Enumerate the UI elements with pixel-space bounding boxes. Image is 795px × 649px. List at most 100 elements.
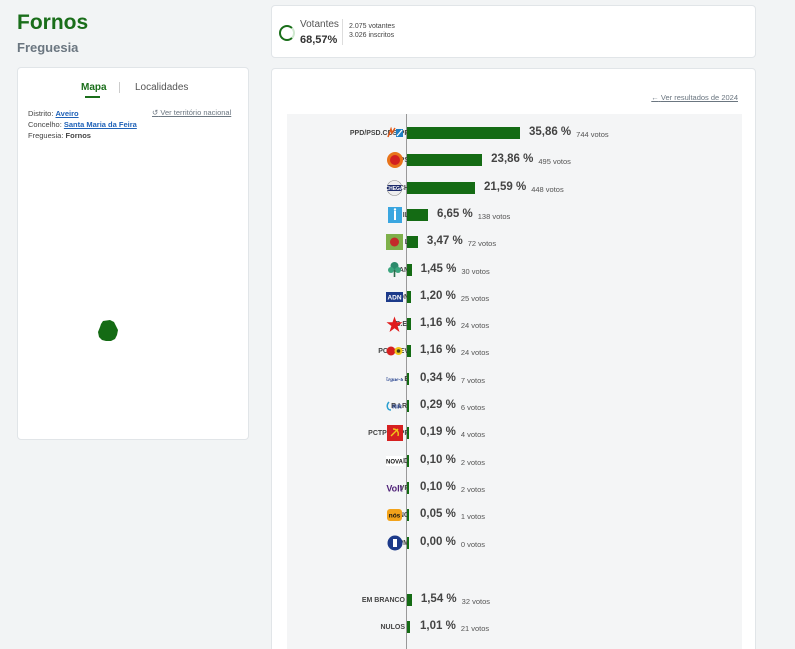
svg-text:CHEGA: CHEGA (386, 186, 403, 192)
tab-mapa[interactable]: Mapa (81, 82, 107, 93)
tab-localidades[interactable]: Localidades (135, 82, 188, 93)
result-percent: 1,54 % (420, 593, 457, 605)
result-bar (407, 372, 409, 385)
results-chart: PPD/PSD.CDS-PP 35,86 % 744 votos PS 23,86 % 4… (287, 114, 742, 649)
result-bar (407, 181, 475, 194)
chega-logo-icon: CHEGA (386, 179, 403, 196)
result-row: L3,47 %72 votos (287, 233, 742, 253)
freguesia-value: Fornos (65, 131, 91, 140)
cdu-logo-icon (386, 343, 403, 359)
nd-logo-icon: NOVA (386, 453, 403, 469)
result-row: PAN 1,45 % 30 votos (287, 261, 742, 281)
votantes-label: Votantes (300, 19, 339, 30)
result-votes: 30 votos (461, 266, 490, 276)
pctp-logo-icon (386, 425, 403, 442)
result-votes: 24 votos (460, 321, 490, 331)
votantes-card: Votantes 68,57% 2.075 votantes 3.026 ins… (271, 5, 756, 58)
result-votes: 744 votos (576, 130, 609, 139)
result-votes: 4 votos (460, 430, 485, 440)
result-bar (407, 263, 412, 276)
freguesia-row: Freguesia: Fornos (28, 131, 91, 140)
result-votes: 2 votos (460, 484, 485, 494)
result-bar (407, 208, 428, 221)
result-votes: 32 votos (461, 597, 491, 606)
result-percent: 21,59 % (484, 180, 527, 193)
result-row: R.I.R. RIR 0,29 % 6 votos (287, 397, 742, 417)
result-percent: 0,10 % (420, 480, 456, 493)
result-row: EM BRANCO 1,54 % 32 votos (287, 591, 742, 611)
reset-icon: ↺ (152, 108, 159, 117)
result-row: PCTP/MRPP0,19 %4 votos (287, 424, 742, 444)
ver-resultados-label: Ver resultados de 2024 (660, 93, 738, 102)
result-row: PPM0,00 %0 votos (287, 534, 742, 554)
rir-logo-icon: RIR (386, 398, 403, 414)
concelho-label: Concelho: (28, 120, 62, 129)
result-bar (407, 427, 409, 440)
active-tab-indicator (85, 96, 100, 98)
ppm-logo-icon (386, 535, 403, 551)
result-percent: 0,00 % (420, 535, 456, 548)
result-bar (407, 454, 409, 467)
result-votes: 6 votos (460, 403, 485, 412)
result-percent: 0,10 % (420, 453, 456, 466)
ver-resultados-link[interactable]: ← Ver resultados de 2024 (651, 93, 738, 102)
result-votes: 2 votos (460, 457, 485, 467)
result-row: ND NOVA 0,10 % 2 votos (287, 452, 742, 472)
result-row: B.E. 1,16 % 24 votos (287, 315, 742, 335)
ps-logo-icon (386, 152, 403, 169)
result-percent: 0,19 % (420, 426, 456, 439)
result-percent: 0,34 % (420, 371, 456, 384)
result-percent: 1,16 % (420, 317, 456, 330)
result-percent: 1,16 % (420, 344, 456, 357)
result-bar (407, 236, 418, 249)
result-percent: 1,01 % (420, 620, 456, 632)
result-votes: 138 votos (477, 211, 511, 221)
distrito-row: Distrito: Aveiro (28, 109, 79, 118)
result-bar (407, 621, 411, 633)
result-bar (407, 509, 409, 522)
concelho-link[interactable]: Santa Maria da Feira (64, 120, 137, 129)
result-bar (407, 290, 411, 303)
votantes-count: 2.075 votantes (349, 23, 395, 30)
result-votes: 1 votos (460, 512, 485, 522)
adn-logo-icon: ADN (386, 289, 403, 305)
result-percent: 3,47 % (426, 235, 463, 248)
ad-logo-icon (386, 125, 403, 141)
result-bar (407, 318, 411, 331)
result-bar (407, 536, 409, 549)
distrito-link[interactable]: Aveiro (56, 109, 79, 118)
result-votes: 448 votos (531, 184, 564, 194)
result-bar (407, 481, 409, 494)
result-percent: 35,86 % (528, 126, 572, 138)
result-votes: 25 votos (460, 293, 490, 303)
svg-text:NOVA: NOVA (386, 459, 403, 465)
result-row: CH CHEGA 21,59 % 448 votos (287, 179, 742, 199)
result-votes: 24 votos (460, 348, 490, 358)
result-percent: 23,86 % (491, 153, 534, 166)
freguesia-map-shape[interactable] (97, 319, 119, 343)
pan-logo-icon (386, 262, 403, 278)
result-row: VP Volt 0,10 % 2 votos (287, 479, 742, 499)
svg-text:Volt: Volt (386, 483, 402, 493)
nc-logo-icon: nós (386, 507, 403, 523)
results-panel: ← Ver resultados de 2024 PPD/PSD.CDS-PP 3… (271, 68, 756, 649)
result-votes: 21 votos (460, 624, 490, 633)
result-row: EErgue-te0,34 %7 votos (287, 370, 742, 390)
freguesia-label: Freguesia: (28, 131, 64, 140)
ergue-te-logo-icon: Ergue-te (386, 371, 403, 387)
votantes-percent: 68,57% (300, 34, 338, 46)
ver-territorio-link[interactable]: ↺ Ver território nacional (152, 108, 231, 117)
svg-text:nós: nós (389, 513, 401, 520)
concelho-row: Concelho: Santa Maria da Feira (28, 120, 137, 129)
page-title: Fornos (17, 11, 89, 34)
result-percent: 1,45 % (420, 262, 457, 275)
result-votes: 495 votos (538, 157, 571, 167)
result-row: NULOS 1,01 % 21 votos (287, 618, 742, 638)
result-row: PS 23,86 % 495 votos (287, 151, 742, 171)
party-name: EM BRANCO (361, 597, 405, 604)
result-votes: 72 votos (467, 239, 497, 249)
divider (342, 19, 343, 45)
map-panel: Mapa Localidades Distrito: Aveiro Concel… (17, 67, 249, 440)
inscritos-count: 3.026 inscritos (349, 32, 395, 39)
result-votes: 0 votos (460, 539, 485, 549)
